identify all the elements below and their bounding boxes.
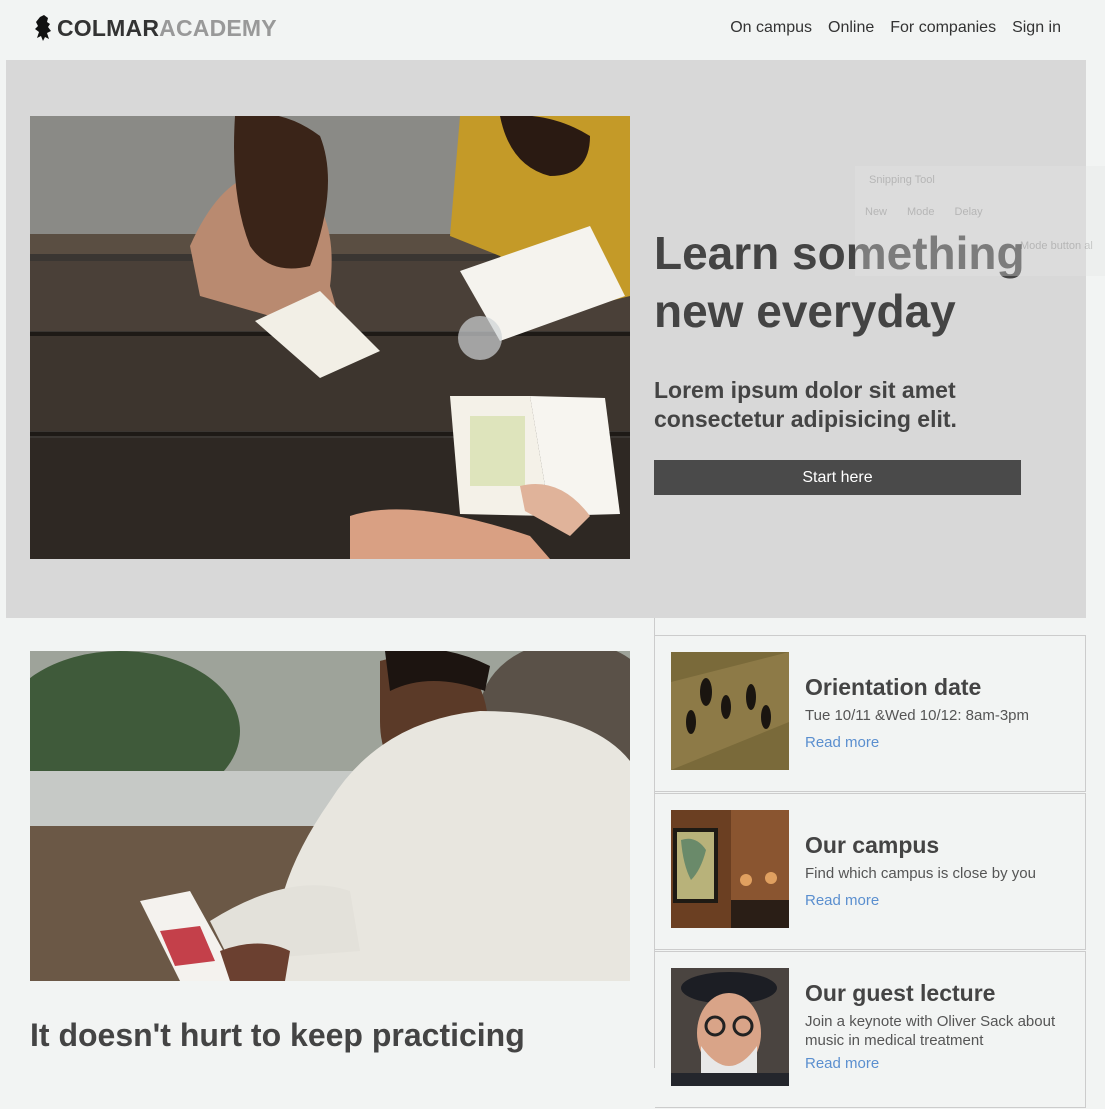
start-here-button[interactable]: Start here <box>654 460 1021 495</box>
card-text: Join a keynote with Oliver Sack about mu… <box>805 1013 1056 1049</box>
card-title: Our campus <box>805 832 940 858</box>
nav-for-companies[interactable]: For companies <box>890 17 996 39</box>
card-orientation: Orientation date Tue 10/11 &Wed 10/12: 8… <box>655 635 1086 792</box>
snipping-tool-new: New <box>865 206 888 218</box>
event-cards: Orientation date Tue 10/11 &Wed 10/12: 8… <box>655 635 1086 1109</box>
card-thumb-lecturer <box>671 968 789 1086</box>
card-title: Orientation date <box>805 674 982 700</box>
card-text: Tue 10/11 &Wed 10/12: 8am-3pm <box>805 707 1030 724</box>
nav-online[interactable]: Online <box>828 17 874 39</box>
card-body: Our guest lecture Join a keynote with Ol… <box>805 978 1075 1074</box>
feature-image-man-reading <box>30 651 630 981</box>
snipping-tool-note: Mode button al <box>1020 240 1093 252</box>
card-campus: Our campus Find which campus is close by… <box>655 793 1086 950</box>
snipping-tool-mode: Mode <box>907 206 935 218</box>
main-nav: On campus Online For companies Sign in <box>730 17 1061 39</box>
card-title: Our guest lecture <box>805 980 996 1006</box>
snipping-tool-overlay: Snipping Tool New Mode Delay Mode button… <box>855 166 1105 276</box>
lion-crest-icon <box>35 15 51 41</box>
snipping-tool-delay: Delay <box>954 206 983 218</box>
feature-title: It doesn't hurt to keep practicing <box>30 1017 525 1053</box>
card-thumb-orientation <box>671 652 789 770</box>
read-more-link[interactable]: Read more <box>805 891 1075 911</box>
site-header: COLMARACADEMY On campus Online For compa… <box>0 0 1105 60</box>
logo-text-academy: ACADEMY <box>159 15 277 41</box>
hero-section: Learn something new everyday Lorem ipsum… <box>6 60 1086 618</box>
card-body: Our campus Find which campus is close by… <box>805 830 1075 911</box>
snipping-tool-title: Snipping Tool <box>869 174 935 186</box>
card-body: Orientation date Tue 10/11 &Wed 10/12: 8… <box>805 672 1075 753</box>
hero-image-students-studying <box>30 116 630 559</box>
logo[interactable]: COLMARACADEMY <box>34 14 277 42</box>
card-guest-lecture: Our guest lecture Join a keynote with Ol… <box>655 951 1086 1108</box>
read-more-link[interactable]: Read more <box>805 1054 1075 1074</box>
hero-subtitle: Lorem ipsum dolor sit amet consectetur a… <box>654 377 957 432</box>
logo-text-colmar: COLMAR <box>57 15 160 41</box>
nav-on-campus[interactable]: On campus <box>730 17 812 39</box>
nav-sign-in[interactable]: Sign in <box>1012 17 1061 39</box>
card-thumb-campus <box>671 810 789 928</box>
card-text: Find which campus is close by you <box>805 865 1036 882</box>
read-more-link[interactable]: Read more <box>805 733 1075 753</box>
